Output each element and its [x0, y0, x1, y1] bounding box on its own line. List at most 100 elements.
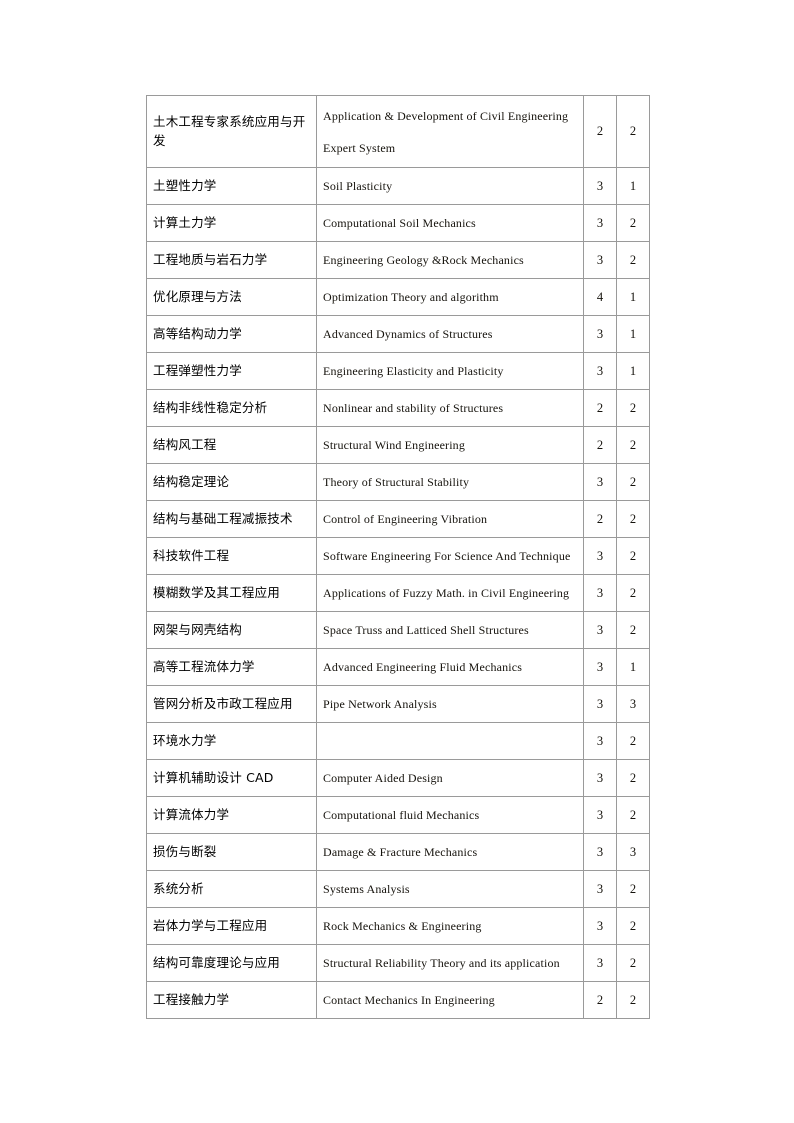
table-row: 环境水力学 3 2 — [146, 722, 650, 760]
credit-hours-value: 3 — [583, 537, 617, 575]
course-name-cn: 岩体力学与工程应用 — [146, 907, 317, 945]
semester-value: 2 — [616, 95, 650, 168]
table-row: 结构非线性稳定分析 Nonlinear and stability of Stru… — [146, 389, 650, 427]
course-name-cn: 结构可靠度理论与应用 — [146, 944, 317, 982]
document-page: 土木工程专家系统应用与开发 Application & Development o… — [0, 0, 794, 1123]
semester-value: 2 — [616, 759, 650, 797]
course-name-cn: 工程接触力学 — [146, 981, 317, 1019]
course-name-en: Nonlinear and stability of Structures — [316, 389, 584, 427]
course-name-cn: 结构稳定理论 — [146, 463, 317, 501]
credit-hours-value: 3 — [583, 463, 617, 501]
table-row: 模糊数学及其工程应用 Applications of Fuzzy Math. in… — [146, 574, 650, 612]
course-name-cn: 工程弹塑性力学 — [146, 352, 317, 390]
course-name-en: Structural Wind Engineering — [316, 426, 584, 464]
semester-value: 3 — [616, 685, 650, 723]
table-row: 工程弹塑性力学 Engineering Elasticity and Plasti… — [146, 352, 650, 390]
course-table-container: 土木工程专家系统应用与开发 Application & Development o… — [146, 95, 650, 1019]
credit-hours-value: 2 — [583, 500, 617, 538]
table-row: 计算机辅助设计 CAD Computer Aided Design 3 2 — [146, 759, 650, 797]
credit-hours-value: 3 — [583, 611, 617, 649]
semester-value: 2 — [616, 537, 650, 575]
course-name-en: Damage & Fracture Mechanics — [316, 833, 584, 871]
credit-hours-value: 3 — [583, 796, 617, 834]
credit-hours-value: 3 — [583, 944, 617, 982]
course-name-en: Advanced Dynamics of Structures — [316, 315, 584, 353]
semester-value: 3 — [616, 833, 650, 871]
table-row: 优化原理与方法 Optimization Theory and algorithm… — [146, 278, 650, 316]
course-name-en: Engineering Elasticity and Plasticity — [316, 352, 584, 390]
course-name-cn: 模糊数学及其工程应用 — [146, 574, 317, 612]
course-name-cn: 高等工程流体力学 — [146, 648, 317, 686]
semester-value: 2 — [616, 463, 650, 501]
credit-hours-value: 3 — [583, 833, 617, 871]
course-name-cn: 结构与基础工程减振技术 — [146, 500, 317, 538]
course-name-en: Space Truss and Latticed Shell Structure… — [316, 611, 584, 649]
table-row: 科技软件工程 Software Engineering For Science A… — [146, 537, 650, 575]
course-name-en: Control of Engineering Vibration — [316, 500, 584, 538]
credit-hours-value: 2 — [583, 426, 617, 464]
course-name-cn: 计算流体力学 — [146, 796, 317, 834]
course-name-cn: 计算机辅助设计 CAD — [146, 759, 317, 797]
table-row: 高等结构动力学 Advanced Dynamics of Structures 3 1 — [146, 315, 650, 353]
course-name-en: Pipe Network Analysis — [316, 685, 584, 723]
course-name-en: Rock Mechanics & Engineering — [316, 907, 584, 945]
semester-value: 2 — [616, 907, 650, 945]
course-name-en: Contact Mechanics In Engineering — [316, 981, 584, 1019]
course-name-cn: 土木工程专家系统应用与开发 — [146, 95, 317, 168]
credit-hours-value: 3 — [583, 574, 617, 612]
credit-hours-value: 3 — [583, 907, 617, 945]
table-row: 土塑性力学 Soil Plasticity 3 1 — [146, 167, 650, 205]
course-name-en: Applications of Fuzzy Math. in Civil Eng… — [316, 574, 584, 612]
table-row: 网架与网壳结构 Space Truss and Latticed Shell St… — [146, 611, 650, 649]
course-name-en — [316, 722, 584, 760]
credit-hours-value: 3 — [583, 722, 617, 760]
semester-value: 2 — [616, 796, 650, 834]
course-name-en: Systems Analysis — [316, 870, 584, 908]
course-name-en: Theory of Structural Stability — [316, 463, 584, 501]
course-name-cn: 计算土力学 — [146, 204, 317, 242]
semester-value: 1 — [616, 167, 650, 205]
credit-hours-value: 3 — [583, 241, 617, 279]
credit-hours-value: 3 — [583, 204, 617, 242]
semester-value: 2 — [616, 944, 650, 982]
credit-hours-value: 2 — [583, 95, 617, 168]
credit-hours-value: 3 — [583, 315, 617, 353]
course-name-en: Software Engineering For Science And Tec… — [316, 537, 584, 575]
credit-hours-value: 4 — [583, 278, 617, 316]
course-name-cn: 优化原理与方法 — [146, 278, 317, 316]
course-name-cn: 损伤与断裂 — [146, 833, 317, 871]
table-row: 土木工程专家系统应用与开发 Application & Development o… — [146, 95, 650, 168]
course-table: 土木工程专家系统应用与开发 Application & Development o… — [146, 95, 650, 1019]
semester-value: 2 — [616, 500, 650, 538]
credit-hours-value: 3 — [583, 870, 617, 908]
course-name-cn: 系统分析 — [146, 870, 317, 908]
table-row: 高等工程流体力学 Advanced Engineering Fluid Mecha… — [146, 648, 650, 686]
semester-value: 2 — [616, 611, 650, 649]
table-row: 结构风工程 Structural Wind Engineering 2 2 — [146, 426, 650, 464]
course-name-en: Computational Soil Mechanics — [316, 204, 584, 242]
credit-hours-value: 2 — [583, 389, 617, 427]
course-name-en: Advanced Engineering Fluid Mechanics — [316, 648, 584, 686]
credit-hours-value: 3 — [583, 648, 617, 686]
table-row: 工程接触力学 Contact Mechanics In Engineering 2 2 — [146, 981, 650, 1019]
table-row: 结构可靠度理论与应用 Structural Reliability Theory … — [146, 944, 650, 982]
course-name-en: Structural Reliability Theory and its ap… — [316, 944, 584, 982]
credit-hours-value: 3 — [583, 685, 617, 723]
course-name-cn: 环境水力学 — [146, 722, 317, 760]
table-row: 损伤与断裂 Damage & Fracture Mechanics 3 3 — [146, 833, 650, 871]
credit-hours-value: 2 — [583, 981, 617, 1019]
course-name-en-line2: Expert System — [323, 140, 396, 155]
credit-hours-value: 3 — [583, 352, 617, 390]
course-name-cn: 土塑性力学 — [146, 167, 317, 205]
semester-value: 1 — [616, 315, 650, 353]
semester-value: 1 — [616, 648, 650, 686]
course-name-en: Computational fluid Mechanics — [316, 796, 584, 834]
course-name-cn: 管网分析及市政工程应用 — [146, 685, 317, 723]
course-table-body: 土木工程专家系统应用与开发 Application & Development o… — [146, 95, 650, 1019]
table-row: 结构稳定理论 Theory of Structural Stability 3 2 — [146, 463, 650, 501]
semester-value: 2 — [616, 870, 650, 908]
table-row: 岩体力学与工程应用 Rock Mechanics & Engineering 3 2 — [146, 907, 650, 945]
course-name-en: Engineering Geology &Rock Mechanics — [316, 241, 584, 279]
course-name-cn: 工程地质与岩石力学 — [146, 241, 317, 279]
credit-hours-value: 3 — [583, 167, 617, 205]
